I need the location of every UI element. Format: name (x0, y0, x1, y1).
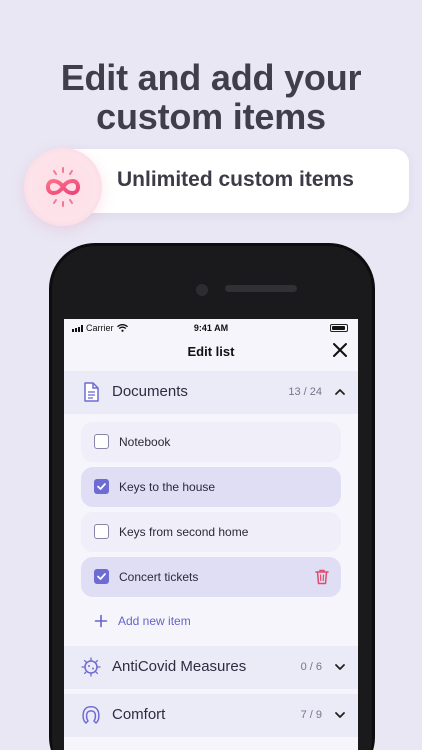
neck-pillow-icon (82, 706, 100, 724)
infinity-badge (24, 148, 102, 226)
chevron-down-icon[interactable] (334, 709, 346, 721)
list-item-notebook[interactable]: Notebook (81, 422, 341, 462)
section-count: 13 / 24 (288, 386, 322, 398)
section-title: Documents (112, 383, 188, 400)
camera-icon (196, 284, 208, 296)
section-header-comfort[interactable]: Comfort 7 / 9 (64, 694, 358, 737)
checkbox-unchecked[interactable] (94, 434, 109, 449)
banner-text: Unlimited custom items (117, 168, 354, 191)
list-item-keys-house[interactable]: Keys to the house (81, 467, 341, 507)
item-label: Keys from second home (119, 525, 249, 539)
plus-icon (94, 614, 108, 628)
virus-icon (81, 657, 101, 677)
trash-icon[interactable] (314, 568, 330, 585)
headline-line-2: custom items (96, 96, 326, 137)
section-count: 7 / 9 (300, 709, 322, 721)
nav-bar: Edit list (64, 337, 358, 371)
headline-line-1: Edit and add your (60, 57, 362, 98)
battery-icon (330, 324, 348, 332)
nav-title: Edit list (187, 344, 235, 359)
feature-banner: Unlimited custom items (60, 149, 409, 213)
item-label: Keys to the house (119, 480, 216, 494)
section-header-documents[interactable]: Documents 13 / 24 (64, 371, 358, 414)
status-time: 9:41 AM (193, 323, 229, 333)
add-new-item-label: Add new item (118, 614, 191, 628)
chevron-up-icon[interactable] (334, 386, 346, 398)
list-item-concert-tickets[interactable]: Concert tickets (81, 557, 341, 597)
document-icon (84, 382, 99, 402)
infinity-icon (45, 167, 81, 207)
app-screen: Carrier 9:41 AM Edit list Documents 13 /… (64, 319, 358, 750)
checkbox-checked[interactable] (94, 569, 109, 584)
checkbox-unchecked[interactable] (94, 524, 109, 539)
section-header-anticovid[interactable]: AntiCovid Measures 0 / 6 (64, 646, 358, 689)
checkmark-icon (97, 573, 106, 580)
checkbox-checked[interactable] (94, 479, 109, 494)
list-item-keys-second-home[interactable]: Keys from second home (81, 512, 341, 552)
item-label: Concert tickets (119, 570, 199, 584)
add-new-item-button[interactable]: Add new item (94, 612, 191, 630)
chevron-down-icon[interactable] (334, 661, 346, 673)
checkmark-icon (97, 483, 106, 490)
headline: Edit and add your custom items (0, 58, 422, 136)
close-icon[interactable] (331, 341, 349, 359)
section-title: Comfort (112, 706, 166, 723)
section-count: 0 / 6 (300, 661, 322, 673)
status-bar: Carrier 9:41 AM (64, 319, 358, 337)
section-title: AntiCovid Measures (112, 658, 247, 675)
speaker-grille (225, 285, 297, 292)
item-label: Notebook (119, 435, 171, 449)
